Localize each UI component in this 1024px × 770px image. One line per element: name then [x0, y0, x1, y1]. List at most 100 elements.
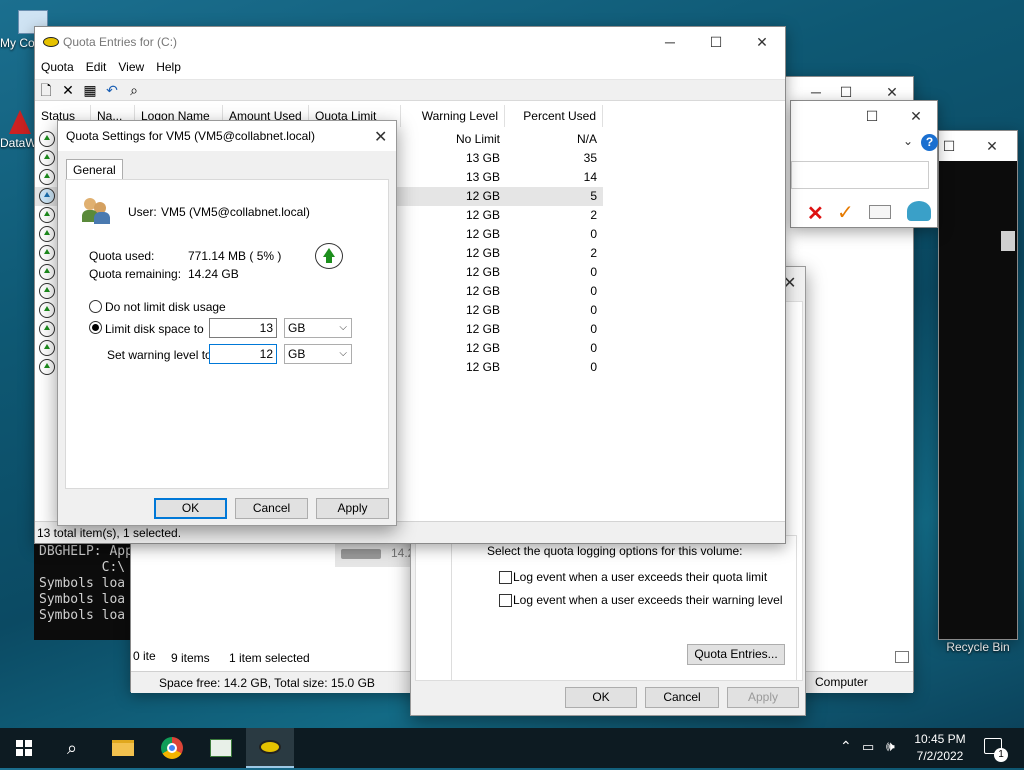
- cancel-button[interactable]: Cancel: [235, 498, 308, 519]
- quota-remaining-value: 14.24 GB: [188, 267, 239, 281]
- taskbar-chrome[interactable]: [148, 728, 196, 768]
- limit-unit-select[interactable]: GB ⌵: [284, 318, 352, 338]
- desktop-icon-label: Recycle Bin: [946, 640, 1010, 654]
- menu-quota[interactable]: Quota: [35, 57, 80, 74]
- address-box[interactable]: [791, 161, 929, 189]
- percent-used-cell: 14: [583, 170, 597, 184]
- percent-used-cell: 2: [590, 246, 597, 260]
- chevron-down-icon[interactable]: ⌄: [903, 134, 913, 148]
- limit-radio[interactable]: [89, 321, 102, 334]
- background-window-right: ☐ ✕: [938, 130, 1018, 640]
- quota-status-icon: [315, 243, 343, 269]
- warning-level-cell: 12 GB: [465, 360, 500, 374]
- volume-icon[interactable]: 🕪: [886, 738, 895, 755]
- computer-label: Computer: [815, 675, 868, 689]
- chrome-icon: [161, 737, 183, 759]
- user-label: User:: [128, 205, 157, 219]
- notification-count: 1: [994, 748, 1008, 762]
- close-button[interactable]: ✕: [893, 101, 939, 131]
- chevron-down-icon: ⌵: [339, 348, 347, 359]
- console-line: Symbols loa: [39, 592, 126, 607]
- taskbar-app[interactable]: [196, 728, 244, 768]
- log-limit-checkbox[interactable]: [499, 571, 512, 584]
- scrollbar-thumb[interactable]: [1001, 231, 1015, 251]
- column-warning-level[interactable]: Warning Level: [401, 105, 505, 127]
- user-value: VM5 (VM5@collabnet.local): [161, 205, 310, 219]
- quota-settings-dialog: Quota Settings for VM5 (VM5@collabnet.lo…: [57, 120, 397, 526]
- chevron-up-icon[interactable]: ⌃: [840, 738, 852, 755]
- details-view-icon[interactable]: [895, 651, 909, 663]
- column-percent-used[interactable]: Percent Used: [505, 105, 603, 127]
- percent-used-cell: N/A: [576, 132, 597, 146]
- quota-ok-icon: [39, 150, 55, 166]
- console-line: Symbols loa: [39, 608, 126, 623]
- shell-icon[interactable]: [907, 201, 931, 221]
- search-button[interactable]: ⌕: [48, 728, 96, 768]
- log-warning-label: Log event when a user exceeds their warn…: [513, 593, 783, 607]
- minimize-icon[interactable]: ☐: [939, 131, 959, 161]
- maximize-button[interactable]: ☐: [693, 27, 739, 57]
- warning-value-input[interactable]: 12: [209, 344, 277, 364]
- start-button[interactable]: [0, 728, 48, 768]
- taskbar-file-explorer[interactable]: [98, 728, 146, 768]
- warning-unit-select[interactable]: GB ⌵: [284, 344, 352, 364]
- ok-button[interactable]: OK: [154, 498, 227, 519]
- delete-icon[interactable]: ✕: [807, 201, 824, 226]
- network-icon[interactable]: ▭: [862, 739, 874, 755]
- limit-value-input[interactable]: 13: [209, 318, 277, 338]
- properties-icon[interactable]: ▦: [79, 80, 101, 100]
- check-icon[interactable]: ✓: [837, 200, 854, 225]
- quota-ok-icon: [39, 245, 55, 261]
- warning-level-cell: 12 GB: [465, 227, 500, 241]
- warning-level-cell: 13 GB: [465, 151, 500, 165]
- apply-button[interactable]: Apply: [316, 498, 389, 519]
- percent-used-cell: 5: [590, 189, 597, 203]
- no-limit-radio[interactable]: [89, 300, 102, 313]
- quota-ok-icon: [39, 359, 55, 375]
- menu-bar: Quota Edit View Help: [35, 57, 785, 79]
- quota-ok-icon: [39, 321, 55, 337]
- clock-time[interactable]: 10:45 PM: [914, 732, 966, 746]
- warning-level-cell: 12 GB: [465, 303, 500, 317]
- quota-ok-icon: [39, 207, 55, 223]
- log-warning-checkbox[interactable]: [499, 594, 512, 607]
- menu-help[interactable]: Help: [150, 57, 187, 74]
- taskbar-quota[interactable]: [246, 728, 294, 768]
- tab-general[interactable]: General: [66, 159, 123, 180]
- warning-level-cell: 12 GB: [465, 189, 500, 203]
- maximize-button[interactable]: ☐: [849, 101, 895, 131]
- find-icon[interactable]: ⌕: [123, 80, 145, 100]
- percent-used-cell: 0: [590, 360, 597, 374]
- menu-edit[interactable]: Edit: [80, 57, 113, 74]
- delete-icon[interactable]: ✕: [57, 80, 79, 100]
- new-entry-icon[interactable]: 🗋: [35, 80, 57, 100]
- console-window: DBGHELP: App C:\ Symbols loa Symbols loa…: [34, 540, 144, 640]
- apply-button[interactable]: Apply: [727, 687, 799, 708]
- user-icon: [82, 196, 112, 224]
- chevron-down-icon: ⌵: [339, 322, 347, 333]
- app-window-icon: [210, 739, 232, 757]
- folder-icon: [112, 740, 134, 756]
- close-icon[interactable]: ✕: [969, 131, 1015, 161]
- undo-icon[interactable]: ↶: [101, 80, 123, 100]
- clock-date[interactable]: 7/2/2022: [914, 749, 966, 763]
- quota-app-icon: [43, 37, 59, 47]
- log-limit-label: Log event when a user exceeds their quot…: [513, 570, 768, 584]
- cancel-button[interactable]: Cancel: [645, 687, 719, 708]
- quota-entries-button[interactable]: Quota Entries...: [687, 644, 785, 665]
- secondary-window: ☐ ✕ ⌄ ? ✕ ✓: [790, 100, 938, 228]
- envelope-icon[interactable]: [869, 205, 891, 219]
- ok-button[interactable]: OK: [565, 687, 637, 708]
- minimize-button[interactable]: ─: [647, 27, 693, 57]
- quota-ok-icon: [39, 283, 55, 299]
- quota-ok-icon: [39, 131, 55, 147]
- quota-used-label: Quota used:: [89, 249, 155, 263]
- datawedge-icon: [9, 110, 31, 134]
- close-icon[interactable]: ✕: [374, 127, 387, 147]
- menu-view[interactable]: View: [112, 57, 150, 74]
- help-icon[interactable]: ?: [921, 134, 938, 151]
- close-button[interactable]: ✕: [739, 27, 785, 57]
- console-line: Symbols loa: [39, 576, 126, 591]
- quota-ok-icon: [39, 302, 55, 318]
- quota-ok-icon: [39, 340, 55, 356]
